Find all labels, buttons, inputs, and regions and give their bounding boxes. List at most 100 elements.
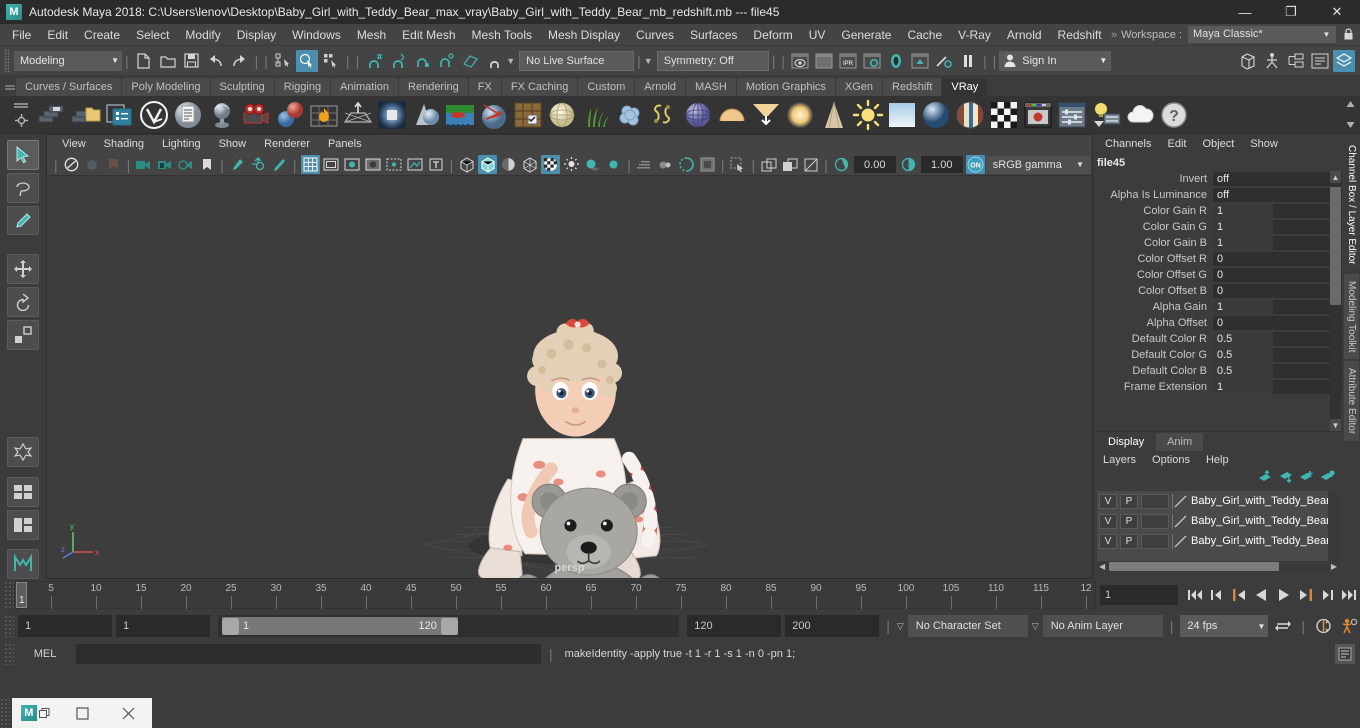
step-back-frame-button[interactable] (1228, 583, 1250, 607)
texture-display-icon[interactable] (541, 155, 561, 174)
viewport-menu-renderer[interactable]: Renderer (255, 135, 319, 154)
shelf-icon-vray-checker-texture[interactable] (988, 99, 1020, 131)
playback-speed-dropdown[interactable]: 24 fps ▼ (1180, 615, 1269, 637)
menu-file[interactable]: File (4, 24, 39, 46)
camera-icon[interactable] (134, 155, 153, 174)
attr-value[interactable]: 0.5 (1213, 364, 1343, 378)
move-tool-button[interactable] (7, 254, 39, 285)
bookmark-icon[interactable] (104, 155, 123, 174)
shelf-scroll-up-icon[interactable] (1345, 95, 1356, 113)
lasso-tool-button[interactable] (7, 172, 39, 203)
anim-layer-chevron-icon[interactable]: ▽ (1032, 621, 1039, 632)
pause-render-button[interactable] (957, 50, 979, 72)
rotate-tool-button[interactable] (7, 287, 39, 318)
select-by-component-button[interactable] (320, 50, 342, 72)
close-button[interactable]: ✕ (1314, 0, 1360, 24)
layer-playback-toggle[interactable]: P (1120, 533, 1138, 549)
paint-select-tool-button[interactable] (7, 205, 39, 236)
menu-edit[interactable]: Edit (39, 24, 76, 46)
hypershade-button[interactable] (885, 50, 907, 72)
maya-m-logo-icon[interactable] (7, 549, 39, 580)
command-input[interactable] (76, 644, 541, 664)
menu-mesh-tools[interactable]: Mesh Tools (464, 24, 540, 46)
menu-deform[interactable]: Deform (745, 24, 800, 46)
new-empty-layer-icon[interactable] (1320, 470, 1335, 488)
layout-split-view-button[interactable] (7, 509, 39, 540)
make-live-button[interactable] (483, 50, 505, 72)
menu-edit-mesh[interactable]: Edit Mesh (394, 24, 463, 46)
layer-playback-toggle[interactable]: P (1120, 513, 1138, 529)
attr-value[interactable]: off (1213, 172, 1343, 186)
xray-joints-icon[interactable] (385, 155, 404, 174)
color-profile-dropdown[interactable]: sRGB gamma ▼ (985, 155, 1090, 174)
viewport-menu-lighting[interactable]: Lighting (153, 135, 210, 154)
menu-arnold[interactable]: Arnold (999, 24, 1050, 46)
shelf-icon-vray-sky[interactable] (886, 99, 918, 131)
tab-display-layers[interactable]: Display (1097, 433, 1156, 451)
time-slider[interactable]: 1 5 10 15 20 25 30 35 40 45 50 55 60 65 70 75 80 85 90 95 1… (14, 581, 1096, 609)
xray-active-components-icon[interactable] (406, 155, 425, 174)
paint-effects-icon[interactable] (228, 155, 247, 174)
layer-display-type[interactable] (1141, 493, 1169, 509)
step-forward-keyframe-button[interactable] (1316, 583, 1338, 607)
menu-mesh-display[interactable]: Mesh Display (540, 24, 628, 46)
shelf-tab-xgen[interactable]: XGen (835, 78, 883, 96)
shelf-icon-vray-blinn-material[interactable] (920, 99, 952, 131)
shelf-icon-vray-light-cone[interactable] (750, 99, 782, 131)
playback-end-time-field[interactable]: 120 (687, 615, 782, 637)
menu-vray[interactable]: V-Ray (950, 24, 999, 46)
layer-visibility-toggle[interactable]: V (1099, 513, 1117, 529)
shelf-tab-motion-graphics[interactable]: Motion Graphics (736, 78, 835, 96)
menu-display[interactable]: Display (229, 24, 284, 46)
open-attribute-editor-button[interactable] (1309, 50, 1331, 72)
menu-redshift[interactable]: Redshift (1050, 24, 1110, 46)
layer-visibility-toggle[interactable]: V (1099, 533, 1117, 549)
shelf-icon-vray-light-lister[interactable] (1090, 99, 1122, 131)
layer-display-type[interactable] (1141, 513, 1169, 529)
menu-surfaces[interactable]: Surfaces (682, 24, 745, 46)
open-scene-button[interactable] (157, 50, 179, 72)
show-all-icon[interactable] (780, 155, 799, 174)
attr-value[interactable]: 1 (1213, 380, 1343, 394)
depth-of-field-icon[interactable] (656, 155, 675, 174)
shelf-tab-poly-modeling[interactable]: Poly Modeling (122, 78, 210, 96)
layer-display-type[interactable] (1141, 533, 1169, 549)
tab-anim-layers[interactable]: Anim (1156, 433, 1204, 451)
menu-windows[interactable]: Windows (284, 24, 349, 46)
shelf-icon-vray-proxy[interactable] (274, 99, 306, 131)
viewport-menu-shading[interactable]: Shading (95, 135, 153, 154)
animation-end-time-field[interactable]: 200 (785, 615, 880, 637)
select-tool-button[interactable] (7, 140, 39, 170)
shelf-tab-animation[interactable]: Animation (331, 78, 399, 96)
menu-create[interactable]: Create (76, 24, 128, 46)
rtab-channel-box-layer-editor[interactable]: Channel Box / Layer Editor (1344, 138, 1359, 272)
anim-layer-dropdown[interactable]: No Anim Layer (1042, 615, 1163, 637)
layer-options-menu[interactable]: Options (1144, 451, 1198, 469)
menu-cache[interactable]: Cache (899, 24, 950, 46)
undo-button[interactable] (205, 50, 227, 72)
menu-modify[interactable]: Modify (177, 24, 228, 46)
select-camera-icon[interactable] (62, 155, 81, 174)
gate-mask-icon[interactable] (364, 155, 383, 174)
maximize-button[interactable]: ❐ (1268, 0, 1314, 24)
shelf-icon-vray-cloud[interactable] (1124, 99, 1156, 131)
layer-visibility-toggle[interactable]: V (1099, 493, 1117, 509)
rtab-attribute-editor[interactable]: Attribute Editor (1344, 361, 1359, 442)
shelf-icon-vray-area-light[interactable] (376, 99, 408, 131)
open-layer-editor-button[interactable] (1333, 49, 1355, 72)
range-slider-bar[interactable]: 1 120 (222, 617, 458, 635)
viewport-menu-panels[interactable]: Panels (319, 135, 371, 154)
step-back-keyframe-button[interactable] (1206, 583, 1228, 607)
character-set-dropdown[interactable]: No Character Set (907, 615, 1028, 637)
animation-preferences-button[interactable] (1338, 614, 1360, 638)
layer-color-ramp-icon[interactable] (1172, 513, 1188, 529)
step-forward-frame-button[interactable] (1294, 583, 1316, 607)
character-set-chevron-icon[interactable]: ▽ (897, 621, 904, 632)
go-to-end-button[interactable] (1338, 583, 1360, 607)
shelf-tab-rigging[interactable]: Rigging (274, 78, 331, 96)
channelbox-object-menu[interactable]: Object (1194, 134, 1242, 154)
shelf-tab-curves-surfaces[interactable]: Curves / Surfaces (16, 78, 122, 96)
layer-playback-toggle[interactable]: P (1120, 493, 1138, 509)
command-language-button[interactable]: MEL (19, 648, 71, 660)
unisolate-icon[interactable] (801, 155, 820, 174)
